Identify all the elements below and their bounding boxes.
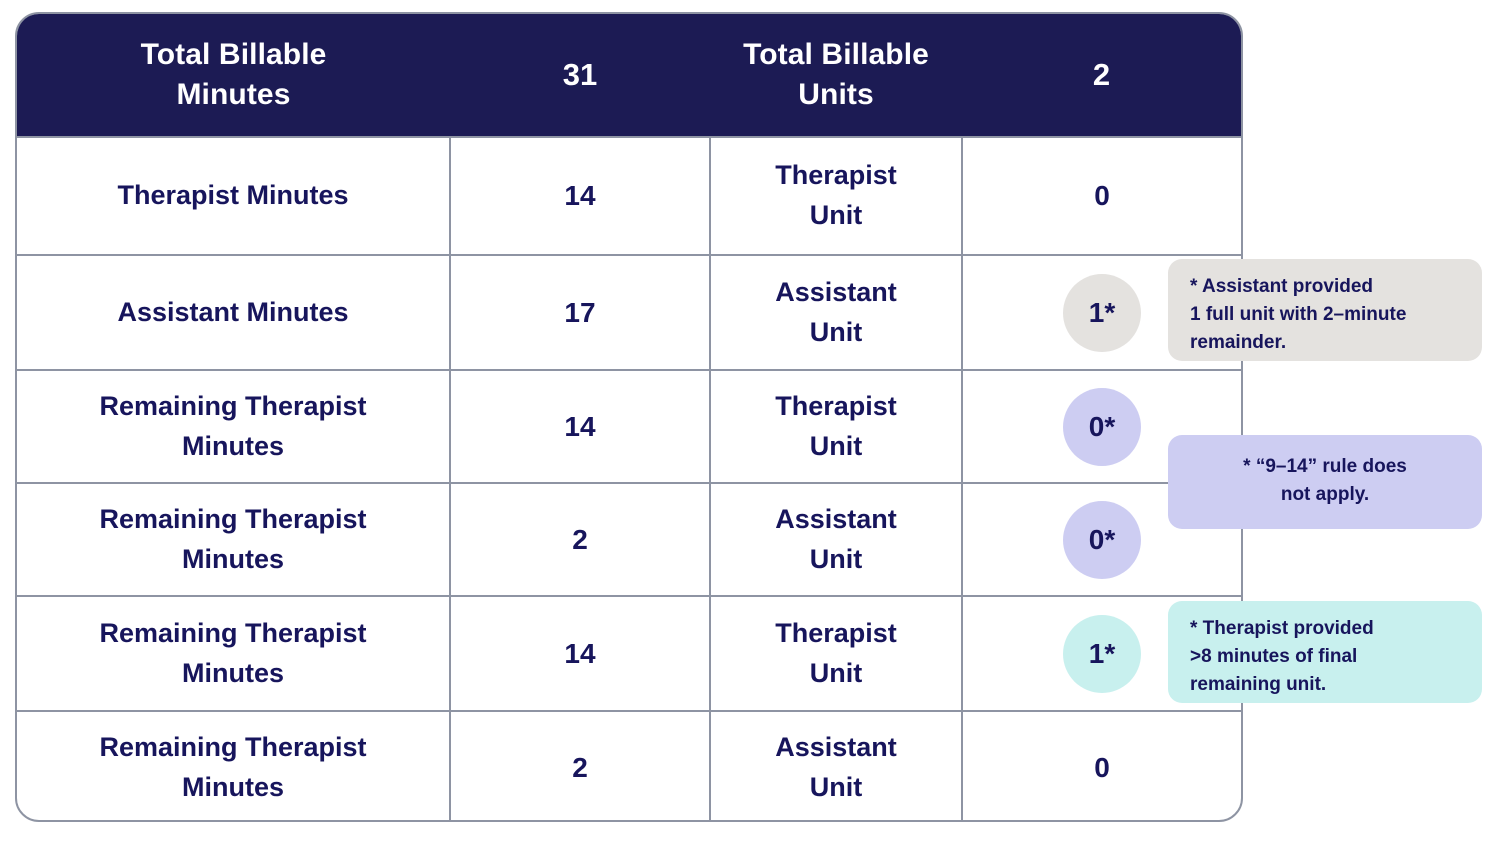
row-minutes-cell: 14 [450,136,711,255]
row-units-cell: 0 [962,136,1241,255]
row-minutes-cell: 2 [450,482,711,596]
row-unit-label-cell: Therapist Unit [710,595,963,711]
header-total-billable-minutes-label: Total Billable Minutes [17,14,450,137]
header-total-billable-minutes-value: 31 [450,14,710,137]
table-row: Therapist Minutes 14 Therapist Unit 0 [17,136,1241,255]
row-label-cell: Therapist Minutes [17,136,451,255]
row-unit-label-cell: Assistant Unit [710,710,963,820]
row-unit-label-cell: Therapist Unit [710,369,963,483]
callout-assistant-remainder: * Assistant provided 1 full unit with 2–… [1168,259,1482,361]
header-total-billable-units-label: Total Billable Units [710,14,962,137]
row-unit-label-cell: Assistant Unit [710,254,963,370]
units-badge: 0* [1063,500,1141,579]
header-total-billable-units-value: 2 [962,14,1241,137]
units-badge: 0 [1094,180,1110,211]
row-label-cell: Remaining Therapist Minutes [17,369,451,483]
row-label-cell: Remaining Therapist Minutes [17,595,451,711]
row-unit-label-cell: Assistant Unit [710,482,963,596]
units-badge: 0* [1063,387,1141,466]
table-body: Therapist Minutes 14 Therapist Unit 0 As… [17,136,1241,820]
row-minutes-cell: 17 [450,254,711,370]
units-badge: 1* [1063,614,1141,693]
billable-units-table: Total Billable Minutes 31 Total Billable… [15,12,1243,822]
units-badge: 1* [1063,273,1141,352]
row-minutes-cell: 2 [450,710,711,820]
table-row: Remaining Therapist Minutes 2 Assistant … [17,482,1241,596]
callout-therapist-final-unit: * Therapist provided >8 minutes of final… [1168,601,1482,703]
row-minutes-cell: 14 [450,595,711,711]
table-row: Remaining Therapist Minutes 14 Therapist… [17,369,1241,483]
row-unit-label-cell: Therapist Unit [710,136,963,255]
table-row: Remaining Therapist Minutes 2 Assistant … [17,710,1241,820]
table-header-row: Total Billable Minutes 31 Total Billable… [17,14,1241,137]
table-row: Assistant Minutes 17 Assistant Unit 1* [17,254,1241,370]
row-label-cell: Remaining Therapist Minutes [17,482,451,596]
table-row: Remaining Therapist Minutes 14 Therapist… [17,595,1241,711]
row-minutes-cell: 14 [450,369,711,483]
callout-nine-fourteen-rule: * “9–14” rule does not apply. [1168,435,1482,529]
row-label-cell: Assistant Minutes [17,254,451,370]
billing-units-diagram: Total Billable Minutes 31 Total Billable… [0,0,1492,843]
billable-units-table-grid: Total Billable Minutes 31 Total Billable… [17,14,1241,820]
units-badge: 0 [1094,752,1110,783]
row-units-cell: 0 [962,710,1241,820]
row-label-cell: Remaining Therapist Minutes [17,710,451,820]
